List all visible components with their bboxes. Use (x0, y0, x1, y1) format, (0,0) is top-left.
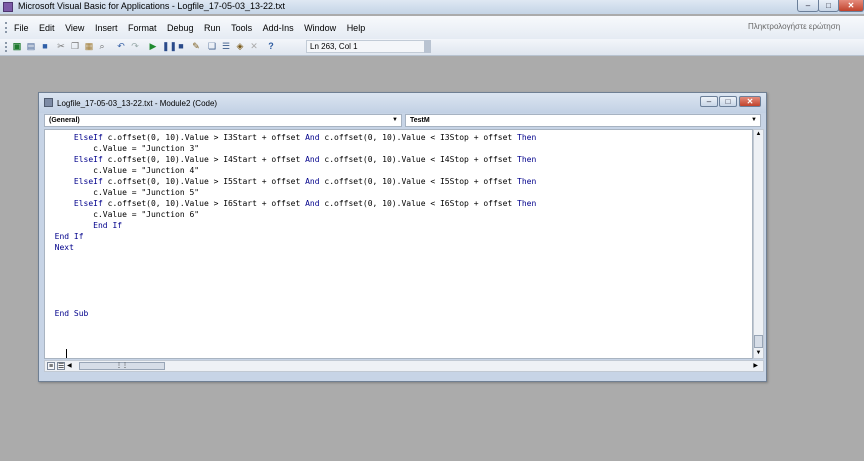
code-line[interactable]: ElseIf c.offset(0, 10).Value > I3Start +… (45, 132, 536, 143)
cursor-position-status: Ln 263, Col 1 (306, 40, 430, 53)
code-window: Logfile_17-05-03_13-22.txt - Module2 (Co… (38, 92, 767, 382)
reset-icon[interactable]: ■ (176, 41, 186, 52)
vba-app-icon (3, 2, 13, 12)
properties-icon[interactable]: ☰ (221, 41, 231, 52)
redo-icon[interactable]: ↷ (130, 41, 140, 52)
menu-debug[interactable]: Debug (167, 23, 194, 33)
menu-tools[interactable]: Tools (231, 23, 252, 33)
code-line[interactable]: c.Value = "Junction 4" (45, 165, 199, 176)
procedure-dropdown[interactable]: TestM ▼ (405, 114, 761, 127)
help-search-input[interactable]: Πληκτρολογήστε ερώτηση (748, 22, 860, 34)
menu-run[interactable]: Run (204, 23, 221, 33)
code-line[interactable]: c.Value = "Junction 6" (45, 209, 199, 220)
procedure-dropdown-value: TestM (410, 117, 430, 124)
text-caret (66, 349, 67, 358)
insert-module-icon[interactable]: ▤ (26, 41, 36, 52)
run-icon[interactable]: ▶ (148, 41, 158, 52)
object-dropdown[interactable]: (General) ▼ (44, 114, 402, 127)
module-icon (44, 98, 53, 107)
help-icon[interactable]: ? (266, 41, 276, 52)
code-line[interactable]: Next (45, 242, 74, 253)
code-line[interactable]: End If (45, 220, 122, 231)
code-window-close-button[interactable]: ✕ (739, 96, 761, 107)
menu-items: File Edit View Insert Format Debug Run T… (14, 23, 373, 33)
code-line[interactable]: ElseIf c.offset(0, 10).Value > I6Start +… (45, 198, 536, 209)
close-button[interactable]: ✕ (838, 0, 864, 12)
menu-window[interactable]: Window (304, 23, 336, 33)
menu-insert[interactable]: Insert (95, 23, 118, 33)
vertical-scrollbar[interactable]: ▲ ▼ (753, 129, 764, 359)
menu-edit[interactable]: Edit (39, 23, 55, 33)
menu-add-ins[interactable]: Add-Ins (263, 23, 294, 33)
code-window-maximize-button[interactable]: □ (719, 96, 737, 107)
chevron-down-icon: ▼ (392, 117, 398, 123)
copy-icon[interactable]: ❐ (70, 41, 80, 52)
toolbar-grip-icon (5, 42, 10, 52)
design-mode-icon[interactable]: ✎ (191, 41, 201, 52)
code-window-bottom-bar: ≡ ☰ ◀ ⋮⋮ ▶ (44, 360, 764, 372)
menu-grip-icon (5, 22, 10, 33)
code-line[interactable]: c.Value = "Junction 5" (45, 187, 199, 198)
scroll-down-icon[interactable]: ▼ (754, 349, 763, 358)
project-explorer-icon[interactable]: ❏ (207, 41, 217, 52)
find-icon[interactable]: ⌕ (97, 41, 107, 52)
maximize-button[interactable]: □ (818, 0, 839, 12)
menu-format[interactable]: Format (128, 23, 157, 33)
scroll-right-icon[interactable]: ▶ (753, 362, 758, 369)
toolbox-icon[interactable]: ✕ (249, 41, 259, 52)
paste-icon[interactable]: ▦ (84, 41, 94, 52)
procedure-view-icon[interactable]: ≡ (47, 362, 55, 370)
code-window-minimize-button[interactable]: – (700, 96, 718, 107)
break-icon[interactable]: ❚❚ (162, 41, 177, 52)
scroll-up-icon[interactable]: ▲ (754, 130, 763, 139)
cut-icon[interactable]: ✂ (56, 41, 66, 52)
standard-toolbar: ▣ ▤ ■ ✂ ❐ ▦ ⌕ ↶ ↷ ▶ ❚❚ ■ ✎ ❏ ☰ ◈ ✕ ? Ln … (0, 39, 864, 56)
object-browser-icon[interactable]: ◈ (235, 41, 245, 52)
code-line[interactable]: c.Value = "Junction 3" (45, 143, 199, 154)
code-line[interactable]: End Sub (45, 308, 89, 319)
horizontal-scroll-thumb[interactable]: ⋮⋮ (79, 362, 165, 370)
chevron-down-icon: ▼ (751, 117, 757, 123)
code-editor[interactable]: ElseIf c.offset(0, 10).Value > I3Start +… (44, 129, 753, 359)
undo-icon[interactable]: ↶ (116, 41, 126, 52)
app-title: Microsoft Visual Basic for Applications … (18, 1, 285, 11)
menu-bar: File Edit View Insert Format Debug Run T… (0, 16, 864, 39)
save-icon[interactable]: ■ (40, 41, 50, 52)
code-line[interactable]: End If (45, 231, 84, 242)
menu-view[interactable]: View (65, 23, 84, 33)
vertical-scroll-thumb[interactable] (754, 335, 763, 348)
toolbar-options-handle[interactable] (424, 40, 431, 53)
menu-file[interactable]: File (14, 23, 29, 33)
scroll-left-icon[interactable]: ◀ (67, 362, 72, 369)
view-excel-icon[interactable]: ▣ (12, 41, 22, 52)
minimize-button[interactable]: – (797, 0, 819, 12)
full-module-view-icon[interactable]: ☰ (57, 362, 65, 370)
menu-help[interactable]: Help (347, 23, 366, 33)
app-title-bar: Microsoft Visual Basic for Applications … (0, 0, 864, 14)
code-line[interactable]: ElseIf c.offset(0, 10).Value > I5Start +… (45, 176, 536, 187)
code-window-title-bar[interactable]: Logfile_17-05-03_13-22.txt - Module2 (Co… (39, 93, 766, 113)
code-window-title: Logfile_17-05-03_13-22.txt - Module2 (Co… (57, 99, 218, 108)
object-dropdown-value: (General) (49, 117, 80, 124)
code-line[interactable]: ElseIf c.offset(0, 10).Value > I4Start +… (45, 154, 536, 165)
